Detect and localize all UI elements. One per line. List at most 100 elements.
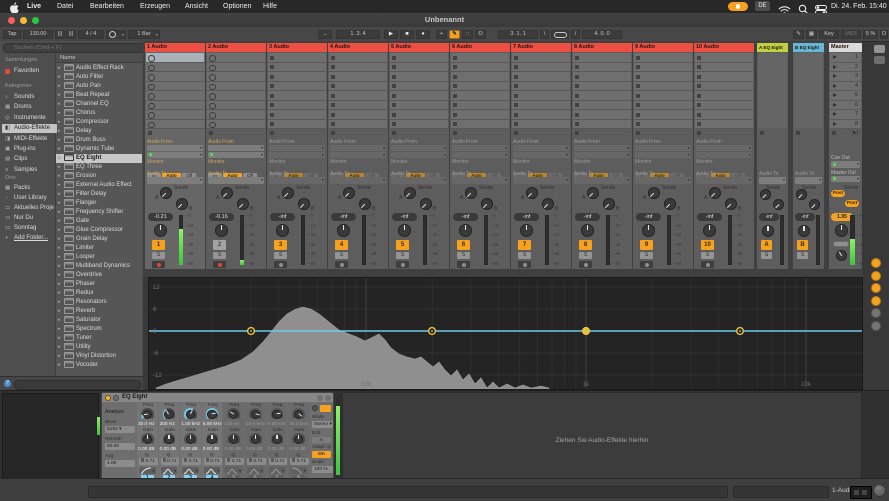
gain-knob[interactable] xyxy=(143,435,153,445)
clip-slot[interactable] xyxy=(634,120,692,130)
device-item-auto-filter[interactable]: ▸Auto Filter xyxy=(56,73,142,82)
track-activator-button[interactable]: 6 xyxy=(457,240,470,250)
clip-slot[interactable] xyxy=(573,120,631,130)
device-item-channel-eq[interactable]: ▸Channel EQ xyxy=(56,100,142,109)
send-a-knob[interactable] xyxy=(709,187,721,199)
play-button[interactable]: ▶ xyxy=(384,30,398,39)
input-channel-chooser[interactable]: 8▾ xyxy=(574,152,630,159)
solo-button[interactable]: S xyxy=(457,252,470,259)
cue-volume-knob[interactable] xyxy=(836,250,847,261)
expand-arrow-icon[interactable]: ▸ xyxy=(56,73,64,82)
expand-arrow-icon[interactable]: ▸ xyxy=(56,235,64,244)
clip-slot[interactable] xyxy=(512,91,570,101)
filter-shape-chooser[interactable]: ▾ xyxy=(182,467,199,474)
output-chooser[interactable]: Master▾ xyxy=(269,177,325,184)
clip-slot[interactable] xyxy=(146,110,204,120)
clip-slot[interactable] xyxy=(451,110,509,120)
clip-slot[interactable] xyxy=(146,53,204,63)
send-a-knob[interactable] xyxy=(526,187,538,199)
mixer-section-toggle-io[interactable] xyxy=(871,258,881,268)
clip-record-button[interactable] xyxy=(148,122,155,129)
solo-button[interactable]: S xyxy=(797,252,808,259)
expand-arrow-icon[interactable]: ▸ xyxy=(56,136,64,145)
input-type-chooser[interactable]: Ext. In▾ xyxy=(513,145,569,152)
avg-value[interactable]: 1.00 xyxy=(105,460,135,467)
clip-record-button[interactable] xyxy=(148,103,155,110)
expand-arrow-icon[interactable]: ▸ xyxy=(56,307,64,316)
volume-display[interactable]: -0.21 xyxy=(148,213,173,221)
clip-slot[interactable] xyxy=(451,72,509,82)
menu-item-ansicht[interactable]: Ansicht xyxy=(185,0,208,13)
input-source-badge[interactable]: DE xyxy=(755,1,770,11)
expand-arrow-icon[interactable]: ▸ xyxy=(56,334,64,343)
scene-slot[interactable]: 5 xyxy=(830,91,861,101)
scene-slot[interactable]: 2 xyxy=(830,63,861,73)
track-header[interactable]: A EQ Eight xyxy=(757,43,788,52)
expand-arrow-icon[interactable]: ▸ xyxy=(56,343,64,352)
gain-knob[interactable] xyxy=(186,435,196,445)
expand-arrow-icon[interactable]: ▸ xyxy=(56,208,64,217)
mixer-section-toggle-crossfader[interactable] xyxy=(871,321,881,331)
search-input[interactable] xyxy=(3,43,148,53)
block-chooser[interactable]: 8192 ▾ xyxy=(105,426,135,433)
gain-knob[interactable] xyxy=(207,435,217,445)
stop-clip-button[interactable] xyxy=(514,131,518,135)
device-activator-button[interactable] xyxy=(105,395,111,401)
send-a-knob[interactable] xyxy=(160,187,172,199)
clip-record-button[interactable] xyxy=(209,93,216,100)
track-header[interactable]: 9 Audio xyxy=(633,43,693,52)
capture-midi-button[interactable]: :: xyxy=(462,30,473,39)
input-type-chooser[interactable]: Ext. In▾ xyxy=(391,145,447,152)
track-header[interactable]: 4 Audio xyxy=(328,43,388,52)
input-channel-chooser[interactable]: 7▾ xyxy=(513,152,569,159)
time-signature-display[interactable]: 4 / 4 xyxy=(78,30,104,39)
metronome-toggle[interactable]: ▾ xyxy=(106,30,126,39)
pan-knob[interactable] xyxy=(520,224,533,237)
filter-shape-chooser[interactable]: ▾ xyxy=(139,467,156,474)
track-activator-button[interactable]: 2 xyxy=(213,240,226,250)
track-activator-button[interactable]: 5 xyxy=(396,240,409,250)
clip-slot[interactable] xyxy=(634,63,692,73)
clip-record-button[interactable] xyxy=(209,65,216,72)
volume-display[interactable]: -inf xyxy=(795,213,815,221)
nudge-down-button[interactable]: ||| xyxy=(55,30,65,39)
track-header[interactable]: 2 Audio xyxy=(206,43,266,52)
send-a-knob[interactable] xyxy=(796,189,807,200)
freq-knob[interactable] xyxy=(143,410,153,420)
solo-button[interactable]: S xyxy=(335,252,348,259)
clip-slot[interactable] xyxy=(390,110,448,120)
input-channel-chooser[interactable]: 1▾ xyxy=(147,152,203,159)
send-a-knob[interactable] xyxy=(221,187,233,199)
expand-arrow-icon[interactable]: ▸ xyxy=(56,82,64,91)
output-chooser[interactable]: Master▾ xyxy=(696,177,752,184)
clip-slot[interactable] xyxy=(146,72,204,82)
scene-scroll-button[interactable] xyxy=(874,45,885,53)
input-channel-chooser[interactable]: 3▾ xyxy=(269,152,325,159)
arm-button[interactable] xyxy=(396,261,409,268)
send-b-knob[interactable] xyxy=(773,199,784,210)
clip-slot[interactable] xyxy=(390,72,448,82)
stop-clip-button[interactable] xyxy=(270,131,274,135)
send-b-knob[interactable] xyxy=(664,198,676,210)
expand-arrow-icon[interactable]: ▸ xyxy=(56,118,64,127)
pan-knob[interactable] xyxy=(798,225,810,237)
mixer-section-toggle-returns[interactable] xyxy=(871,283,881,293)
cpu-load-display[interactable]: 5 % xyxy=(863,30,878,39)
clip-slot[interactable] xyxy=(268,72,326,82)
input-channel-chooser[interactable]: 2▾ xyxy=(208,152,264,159)
clip-slot[interactable] xyxy=(207,120,265,130)
clip-record-button[interactable] xyxy=(209,84,216,91)
output-chooser[interactable]: Master▾ xyxy=(635,177,691,184)
clip-slot[interactable] xyxy=(207,101,265,111)
sidebar-item-sounds[interactable]: ♪Sounds xyxy=(2,93,57,102)
punch-in-button[interactable]: \ xyxy=(540,30,549,39)
track-header[interactable]: 1 Audio xyxy=(145,43,205,52)
device-item-compressor[interactable]: ▸Compressor xyxy=(56,118,142,127)
clip-record-button[interactable] xyxy=(148,112,155,119)
clip-slot[interactable] xyxy=(634,72,692,82)
q-value[interactable]: 0.71 xyxy=(290,458,309,465)
send-b-knob[interactable] xyxy=(481,198,493,210)
q-value[interactable]: 0.71 xyxy=(161,458,180,465)
expand-arrow-icon[interactable]: ▸ xyxy=(56,280,64,289)
arm-button[interactable] xyxy=(457,261,470,268)
